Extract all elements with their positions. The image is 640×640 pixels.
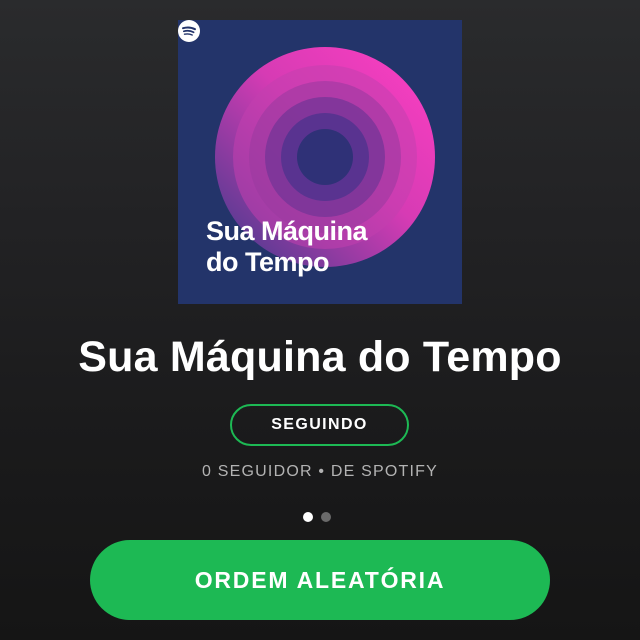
page-dot-active[interactable] xyxy=(303,512,313,522)
follow-button[interactable]: SEGUINDO xyxy=(230,404,409,446)
cover-title-line-2: do Tempo xyxy=(206,247,329,277)
shuffle-play-button[interactable]: ORDEM ALEATÓRIA xyxy=(90,540,550,620)
cover-title: Sua Máquina do Tempo xyxy=(206,216,446,278)
cover-title-line-1: Sua Máquina xyxy=(206,216,368,246)
page-dot[interactable] xyxy=(321,512,331,522)
playlist-meta: 0 SEGUIDOR • DE SPOTIFY xyxy=(202,463,438,480)
spotify-logo-icon xyxy=(178,20,200,42)
playlist-title: Sua Máquina do Tempo xyxy=(78,333,562,381)
playlist-cover[interactable]: Sua Máquina do Tempo xyxy=(178,20,462,304)
page-indicator xyxy=(303,512,331,524)
